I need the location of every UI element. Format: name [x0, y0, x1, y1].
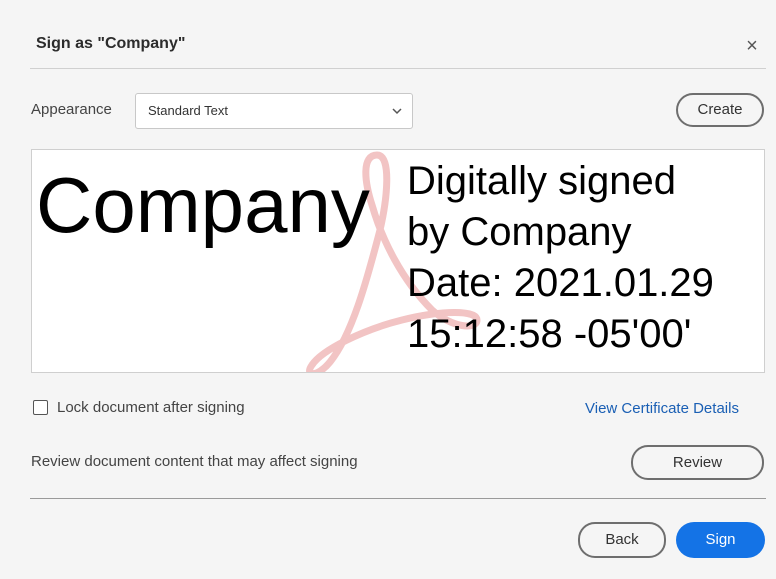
create-button[interactable]: Create [676, 93, 764, 127]
close-icon[interactable]: × [740, 34, 764, 58]
signature-preview: Company Digitally signed by Company Date… [31, 149, 765, 373]
lock-document-checkbox[interactable] [33, 400, 48, 415]
back-button[interactable]: Back [578, 522, 666, 558]
sign-dialog: Sign as "Company" × Appearance Standard … [0, 0, 776, 579]
chevron-down-icon [392, 94, 402, 141]
sign-button[interactable]: Sign [676, 522, 765, 558]
signature-details: Digitally signed by Company Date: 2021.0… [407, 156, 764, 360]
dialog-title: Sign as "Company" [36, 35, 186, 52]
view-certificate-link[interactable]: View Certificate Details [585, 400, 739, 417]
signature-details-line: Date: 2021.01.29 [407, 261, 714, 305]
signature-details-line: Digitally signed [407, 159, 677, 203]
lock-document-label: Lock document after signing [57, 399, 245, 416]
appearance-select-value: Standard Text [148, 103, 228, 118]
signature-details-line: 15:12:58 -05'00' [407, 312, 692, 356]
footer-divider [30, 498, 766, 499]
signature-details-line: by Company [407, 210, 632, 254]
review-description: Review document content that may affect … [31, 453, 358, 470]
appearance-label: Appearance [31, 101, 112, 118]
signature-name: Company [36, 161, 370, 249]
review-button[interactable]: Review [631, 445, 764, 480]
appearance-select[interactable]: Standard Text [135, 93, 413, 129]
divider [30, 68, 766, 69]
